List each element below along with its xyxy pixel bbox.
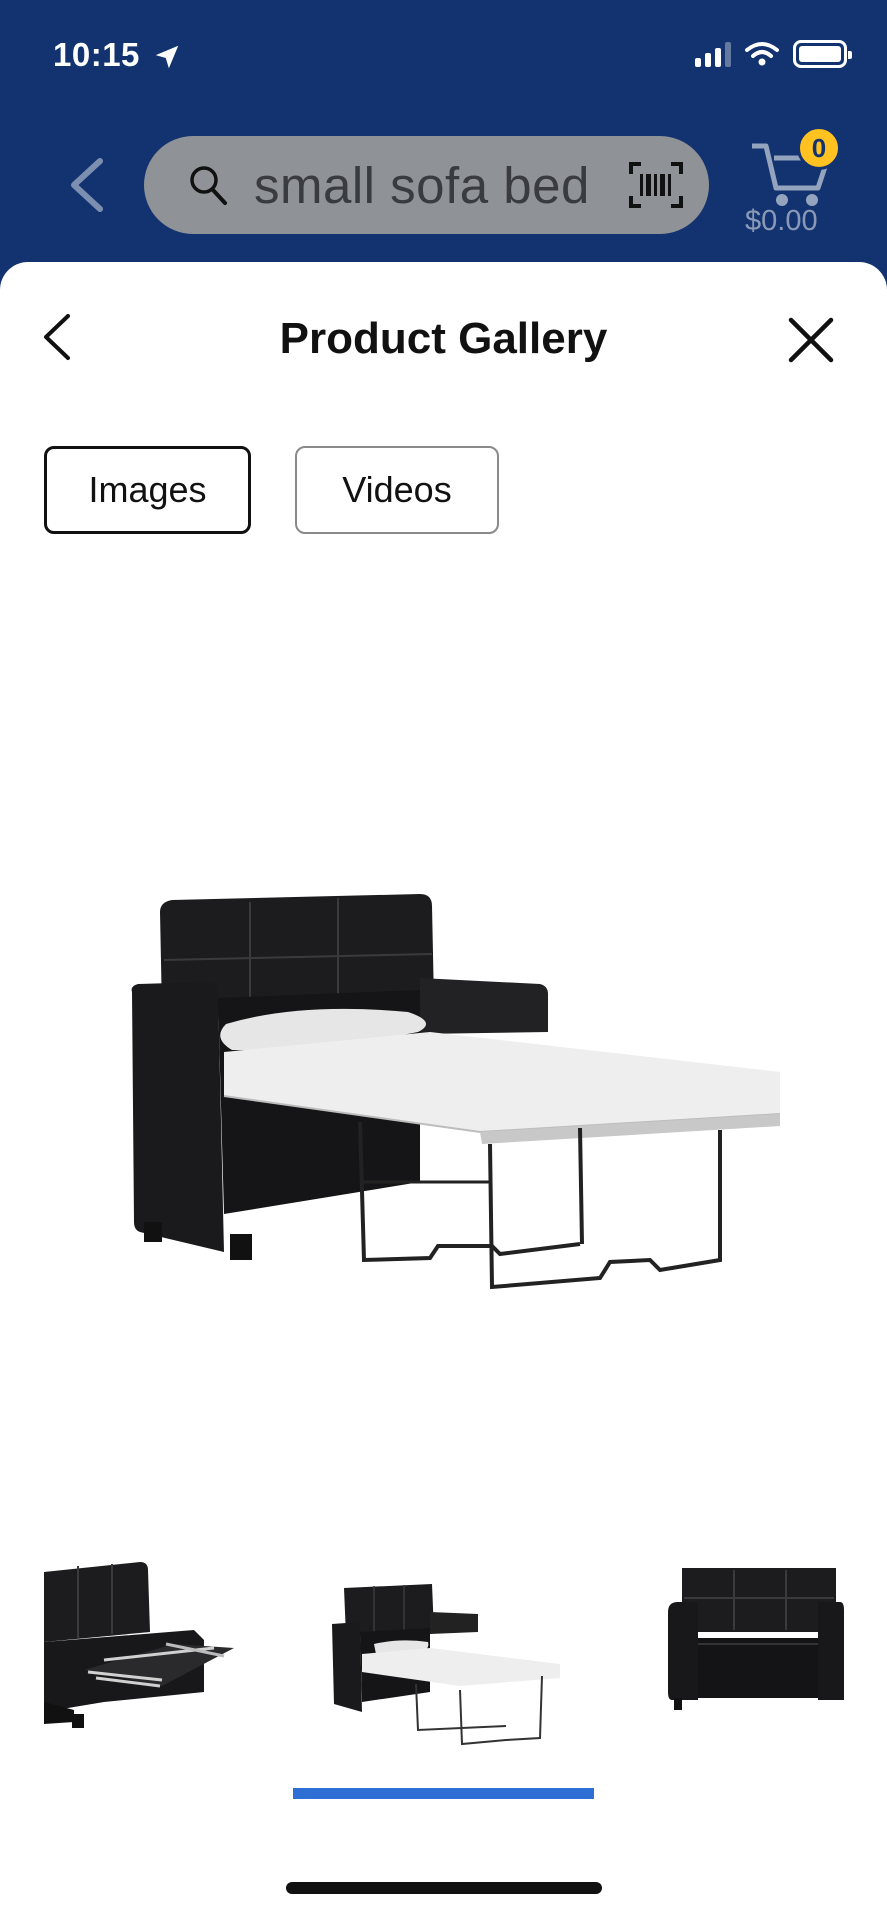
wifi-icon xyxy=(745,42,779,66)
page-title: Product Gallery xyxy=(279,314,608,363)
thumbnail-sofa-front[interactable] xyxy=(668,1552,844,1752)
cart-count-badge[interactable]: 0 xyxy=(797,126,841,170)
close-icon[interactable] xyxy=(787,316,835,364)
home-indicator xyxy=(286,1882,602,1894)
selected-thumbnail-indicator xyxy=(293,1788,594,1799)
search-query[interactable]: small sofa bed xyxy=(254,156,590,215)
tab-images[interactable]: Images xyxy=(44,446,251,534)
search-bar[interactable]: small sofa bed xyxy=(144,136,709,234)
product-gallery-sheet: Product Gallery Images Videos xyxy=(0,262,887,1920)
thumbnail-sofa-bed-open[interactable] xyxy=(330,1552,565,1752)
product-image-sofa-bed-open[interactable] xyxy=(120,882,800,1302)
app-header: 10:15 small sofa bed 0 $0.00 xyxy=(0,0,887,280)
thumbnail-sofa-bed-folding[interactable] xyxy=(44,1552,234,1752)
back-chevron-icon[interactable] xyxy=(62,155,112,215)
battery-icon xyxy=(793,40,852,68)
cart-total: $0.00 xyxy=(745,205,818,237)
barcode-scanner-icon[interactable] xyxy=(627,160,685,210)
status-icons xyxy=(695,40,852,68)
search-icon xyxy=(190,166,227,205)
status-time: 10:15 xyxy=(53,36,140,73)
tab-videos[interactable]: Videos xyxy=(295,446,499,534)
location-arrow-icon xyxy=(155,45,179,69)
cellular-signal-icon xyxy=(695,41,731,67)
